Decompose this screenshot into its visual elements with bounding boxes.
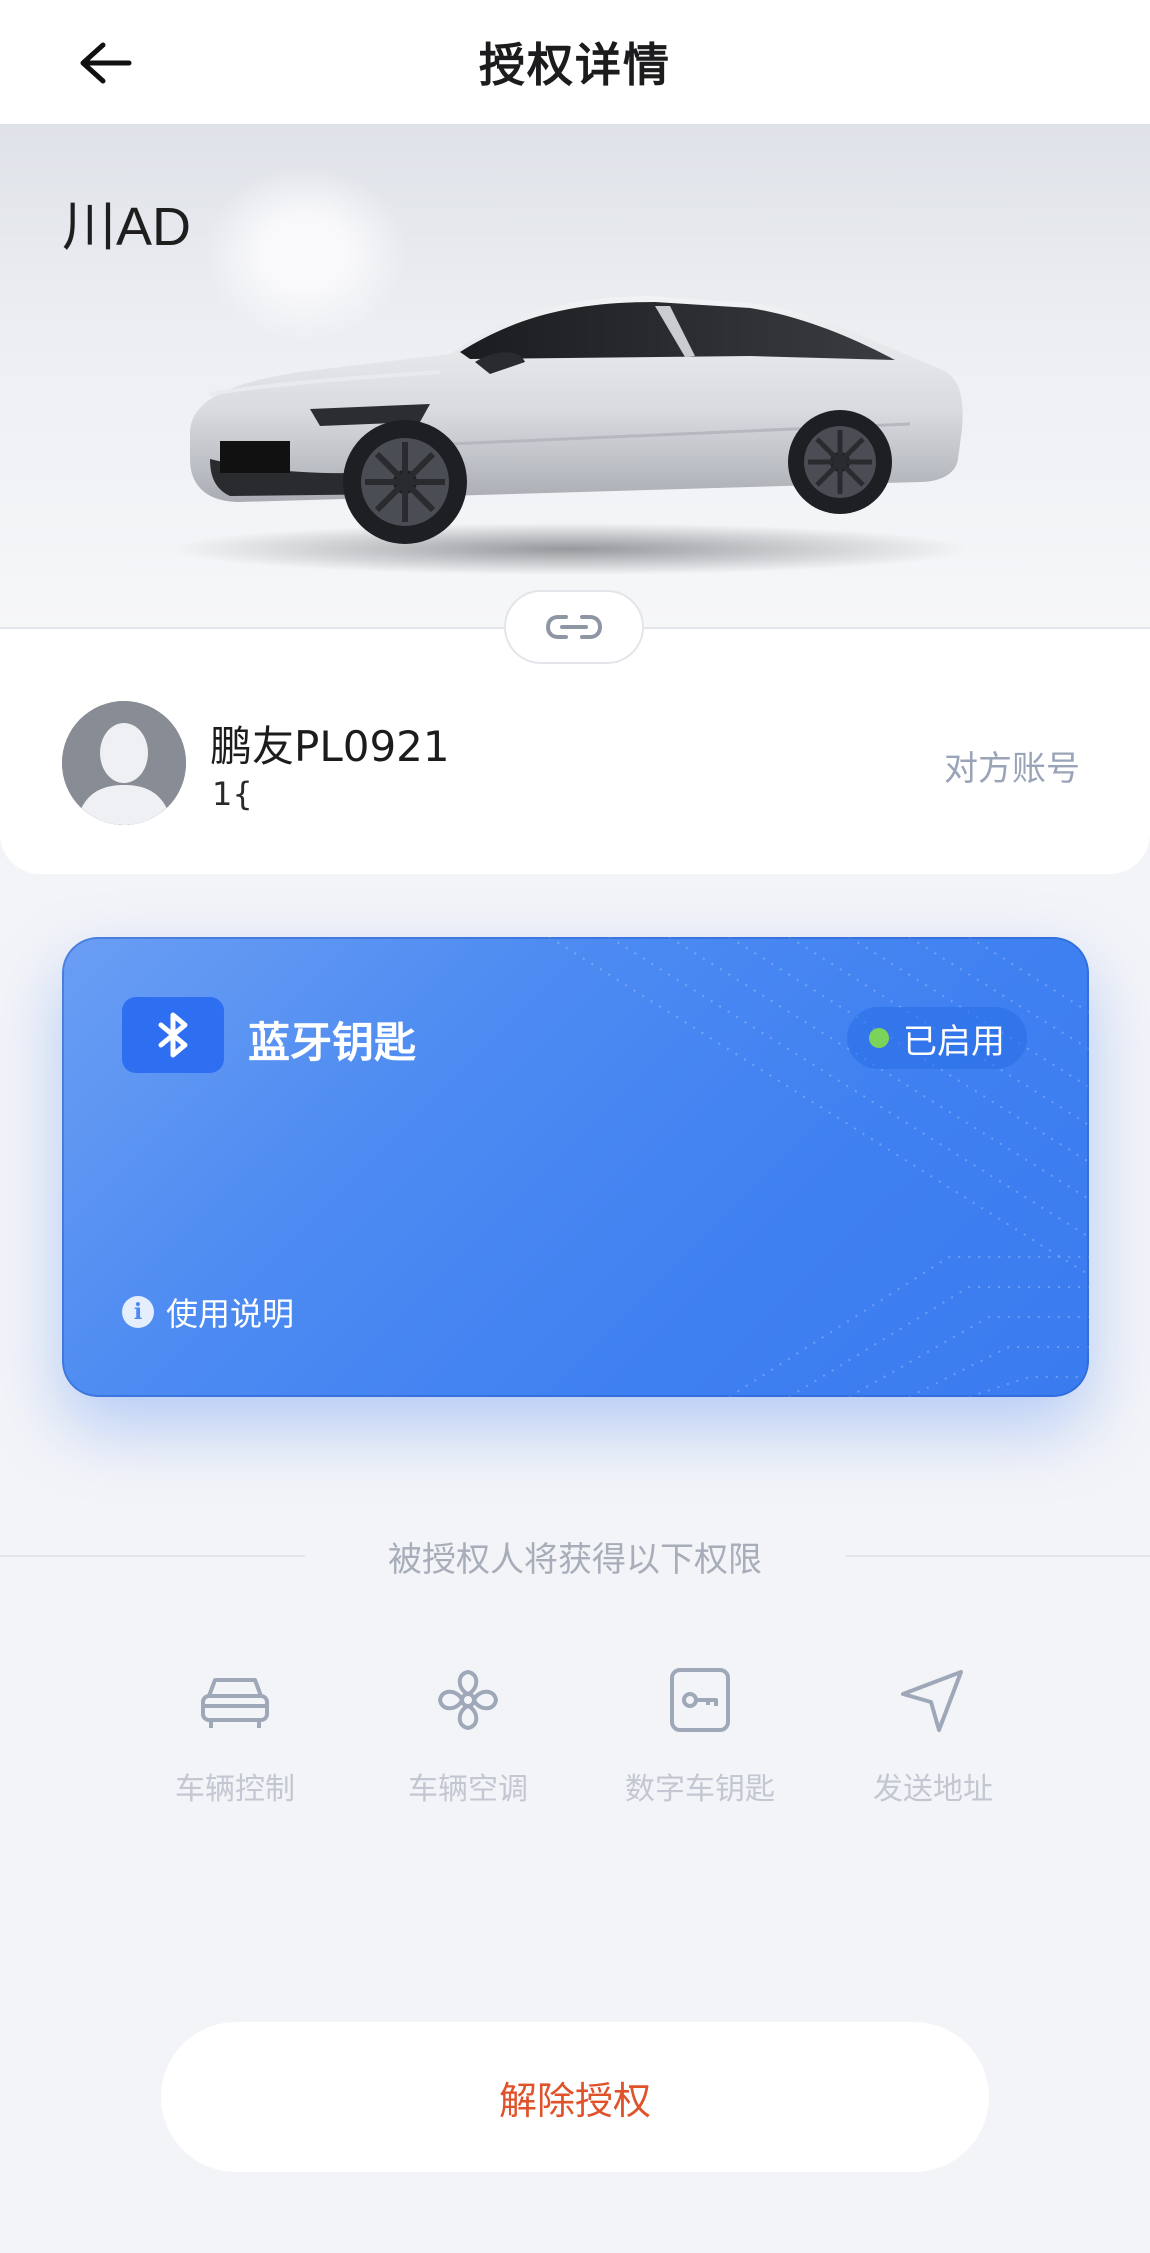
info-icon: i (122, 1296, 154, 1328)
account-label: 对方账号 (944, 749, 1080, 789)
user-phone: 1{ (212, 775, 253, 813)
back-button[interactable] (70, 28, 140, 98)
permission-vehicle-control: 车辆控制 (135, 1660, 335, 1808)
status-dot (869, 1028, 889, 1048)
bluetooth-icon-box (122, 997, 224, 1073)
bluetooth-key-title: 蓝牙钥匙 (248, 1018, 417, 1067)
user-card: 鹏友PL0921 1{ 对方账号 (0, 629, 1150, 874)
avatar (62, 701, 186, 825)
permissions-heading: 被授权人将获得以下权限 (388, 1540, 762, 1580)
page-title: 授权详情 (479, 38, 671, 92)
key-card-icon (670, 1668, 730, 1732)
arrow-left-icon (80, 42, 132, 84)
fan-icon (437, 1669, 499, 1731)
bluetooth-icon (158, 1012, 188, 1058)
permission-vehicle-ac: 车辆空调 (368, 1660, 568, 1808)
user-name: 鹏友PL0921 (210, 722, 450, 771)
link-badge (504, 590, 644, 664)
permission-label: 发送地址 (873, 1772, 993, 1807)
car-image (170, 296, 970, 574)
permission-label: 车辆控制 (175, 1772, 295, 1807)
revoke-authorization-button[interactable]: 解除授权 (161, 2022, 989, 2172)
vehicle-hero: 川AD (0, 124, 1150, 629)
usage-instructions-label: 使用说明 (166, 1295, 295, 1333)
usage-instructions-link[interactable]: i 使用说明 (122, 1289, 294, 1335)
permission-send-address: 发送地址 (833, 1660, 1033, 1808)
permission-digital-key: 数字车钥匙 (600, 1660, 800, 1808)
send-location-icon (901, 1670, 963, 1732)
permission-label: 数字车钥匙 (625, 1772, 775, 1807)
permission-label: 车辆空调 (408, 1772, 528, 1807)
status-badge: 已启用 (847, 1007, 1027, 1069)
top-bar: 授权详情 (0, 0, 1150, 124)
car-icon (201, 1678, 269, 1728)
revoke-label: 解除授权 (498, 2078, 651, 2123)
bluetooth-key-card[interactable]: 蓝牙钥匙 已启用 i 使用说明 (62, 937, 1089, 1397)
link-icon (545, 615, 603, 639)
auth-detail-page: 授权详情 川AD 鹏友PL0921 1{对方账号 蓝牙钥匙 已启用 i 使用说… (0, 0, 1150, 2253)
status-text: 已启用 (903, 1021, 1005, 1062)
person-icon (62, 701, 186, 825)
